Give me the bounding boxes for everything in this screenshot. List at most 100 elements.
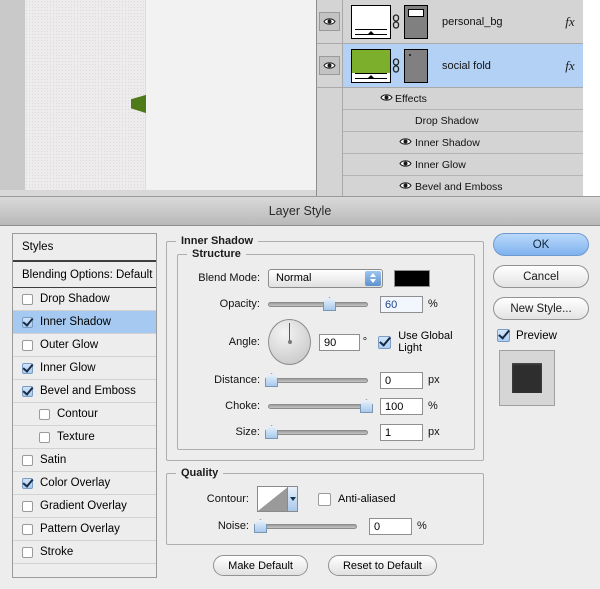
noise-unit: % bbox=[417, 520, 427, 532]
eye-icon[interactable] bbox=[319, 56, 340, 75]
effect-row[interactable]: Inner Glow bbox=[343, 154, 600, 176]
eye-icon[interactable] bbox=[377, 93, 395, 105]
noise-input[interactable]: 0 bbox=[369, 517, 412, 535]
make-default-button[interactable]: Make Default bbox=[213, 555, 308, 576]
layer-visibility-cell[interactable] bbox=[317, 44, 342, 88]
shadow-color-swatch[interactable] bbox=[394, 269, 430, 287]
eye-icon[interactable] bbox=[395, 181, 415, 193]
checkbox-icon[interactable] bbox=[22, 546, 33, 558]
layer-thumbnail-marker bbox=[368, 30, 374, 34]
use-global-light-checkbox[interactable] bbox=[378, 335, 392, 349]
style-item-drop-shadow[interactable]: Drop Shadow bbox=[13, 288, 156, 311]
layer-visibility-cell[interactable] bbox=[317, 0, 342, 44]
noise-slider[interactable] bbox=[254, 519, 357, 533]
link-icon[interactable] bbox=[391, 49, 401, 83]
layer-thumbnail[interactable] bbox=[351, 48, 391, 83]
preview-toggle-row[interactable]: Preview bbox=[493, 329, 591, 342]
layer-thumbnail-image bbox=[352, 49, 390, 73]
eye-icon-glyph bbox=[323, 62, 336, 69]
style-item-bevel-and-emboss[interactable]: Bevel and Emboss bbox=[13, 380, 156, 403]
structure-group: Structure Blend Mode: Normal Opacity: 60… bbox=[177, 248, 475, 450]
styles-list-header[interactable]: Styles bbox=[13, 234, 156, 262]
style-item-outer-glow[interactable]: Outer Glow bbox=[13, 334, 156, 357]
style-item-inner-shadow[interactable]: Inner Shadow bbox=[13, 311, 156, 334]
quality-group-title: Quality bbox=[176, 467, 224, 479]
checkbox-icon[interactable] bbox=[22, 523, 33, 535]
checkbox-checked-icon[interactable] bbox=[22, 316, 33, 328]
preview-checkbox[interactable] bbox=[497, 329, 510, 342]
opacity-input[interactable]: 60 bbox=[380, 295, 423, 313]
eye-icon[interactable] bbox=[395, 137, 415, 149]
checkbox-icon[interactable] bbox=[22, 454, 33, 466]
layer-name[interactable]: social fold bbox=[428, 60, 557, 72]
angle-input[interactable]: 90 bbox=[319, 333, 360, 351]
dialog-titlebar[interactable]: Layer Style bbox=[0, 197, 600, 226]
effects-group-label: Effects bbox=[395, 92, 427, 105]
quality-group: Quality Contour: Anti-aliased Noise: 0 % bbox=[166, 467, 484, 545]
eye-icon[interactable] bbox=[319, 12, 340, 31]
contour-dropdown-toggle[interactable] bbox=[287, 487, 297, 511]
size-input[interactable]: 1 bbox=[380, 423, 423, 441]
reset-to-default-button[interactable]: Reset to Default bbox=[327, 555, 437, 576]
checkbox-icon[interactable] bbox=[39, 431, 50, 443]
layer-row[interactable]: personal_bg fx bbox=[343, 0, 600, 44]
checkbox-checked-icon[interactable] bbox=[22, 477, 33, 489]
angle-dial[interactable] bbox=[268, 319, 312, 365]
fx-icon[interactable]: fx bbox=[557, 58, 583, 74]
effects-group-row[interactable]: Effects bbox=[343, 88, 600, 110]
style-item-gradient-overlay[interactable]: Gradient Overlay bbox=[13, 495, 156, 518]
style-item-satin[interactable]: Satin bbox=[13, 449, 156, 472]
blending-options-item[interactable]: Blending Options: Default bbox=[13, 262, 156, 288]
layer-thumbnail[interactable] bbox=[351, 4, 391, 39]
cancel-button[interactable]: Cancel bbox=[493, 265, 589, 288]
size-slider[interactable] bbox=[265, 425, 368, 439]
blend-mode-select[interactable]: Normal bbox=[268, 268, 383, 288]
eye-icon[interactable] bbox=[395, 159, 415, 171]
opacity-slider[interactable] bbox=[268, 297, 368, 311]
layer-name[interactable]: personal_bg bbox=[428, 16, 557, 28]
opacity-label: Opacity: bbox=[219, 298, 260, 310]
document-canvas-right bbox=[146, 0, 462, 191]
checkbox-icon[interactable] bbox=[22, 339, 33, 351]
dialog-buttons: OK Cancel New Style... Preview bbox=[493, 233, 591, 406]
layer-mask-thumbnail[interactable] bbox=[404, 4, 428, 39]
size-label: Size: bbox=[235, 426, 260, 438]
new-style-button[interactable]: New Style... bbox=[493, 297, 589, 320]
contour-swatch[interactable] bbox=[257, 486, 298, 512]
effect-row[interactable]: Bevel and Emboss bbox=[343, 176, 600, 198]
anti-aliased-checkbox[interactable] bbox=[318, 492, 331, 506]
panel-right-margin bbox=[583, 0, 600, 196]
checkbox-icon[interactable] bbox=[22, 293, 33, 305]
arrow-down-icon bbox=[370, 279, 376, 283]
checkbox-icon[interactable] bbox=[39, 408, 50, 420]
settings-panel: Inner Shadow Structure Blend Mode: Norma… bbox=[166, 233, 484, 578]
checkbox-checked-icon[interactable] bbox=[22, 362, 33, 374]
layer-row[interactable]: social fold fx bbox=[343, 44, 600, 88]
style-item-texture[interactable]: Texture bbox=[13, 426, 156, 449]
fx-icon[interactable]: fx bbox=[557, 14, 583, 30]
layer-mask-thumbnail[interactable] bbox=[404, 48, 428, 83]
style-item-contour[interactable]: Contour bbox=[13, 403, 156, 426]
effect-label: Inner Glow bbox=[415, 158, 466, 171]
distance-slider[interactable] bbox=[265, 373, 368, 387]
style-item-color-overlay[interactable]: Color Overlay bbox=[13, 472, 156, 495]
effect-row[interactable]: Drop Shadow bbox=[343, 110, 600, 132]
checkbox-checked-icon[interactable] bbox=[22, 385, 33, 397]
link-icon[interactable] bbox=[391, 5, 401, 39]
distance-input[interactable]: 0 bbox=[380, 371, 423, 389]
style-item-label: Contour bbox=[57, 408, 98, 420]
choke-slider[interactable] bbox=[268, 399, 373, 413]
style-item-pattern-overlay[interactable]: Pattern Overlay bbox=[13, 518, 156, 541]
eye-icon-glyph bbox=[398, 159, 412, 167]
style-item-inner-glow[interactable]: Inner Glow bbox=[13, 357, 156, 380]
document-canvas-texture bbox=[25, 0, 146, 196]
slider-knob[interactable] bbox=[360, 399, 373, 413]
slider-knob[interactable] bbox=[323, 297, 336, 311]
ok-button[interactable]: OK bbox=[493, 233, 589, 256]
choke-input[interactable]: 100 bbox=[380, 397, 423, 415]
style-item-stroke[interactable]: Stroke bbox=[13, 541, 156, 564]
stepper-arrows-icon[interactable] bbox=[365, 270, 381, 286]
checkbox-icon[interactable] bbox=[22, 500, 33, 512]
blending-options-label: Blending Options: Default bbox=[22, 268, 153, 281]
effect-row[interactable]: Inner Shadow bbox=[343, 132, 600, 154]
